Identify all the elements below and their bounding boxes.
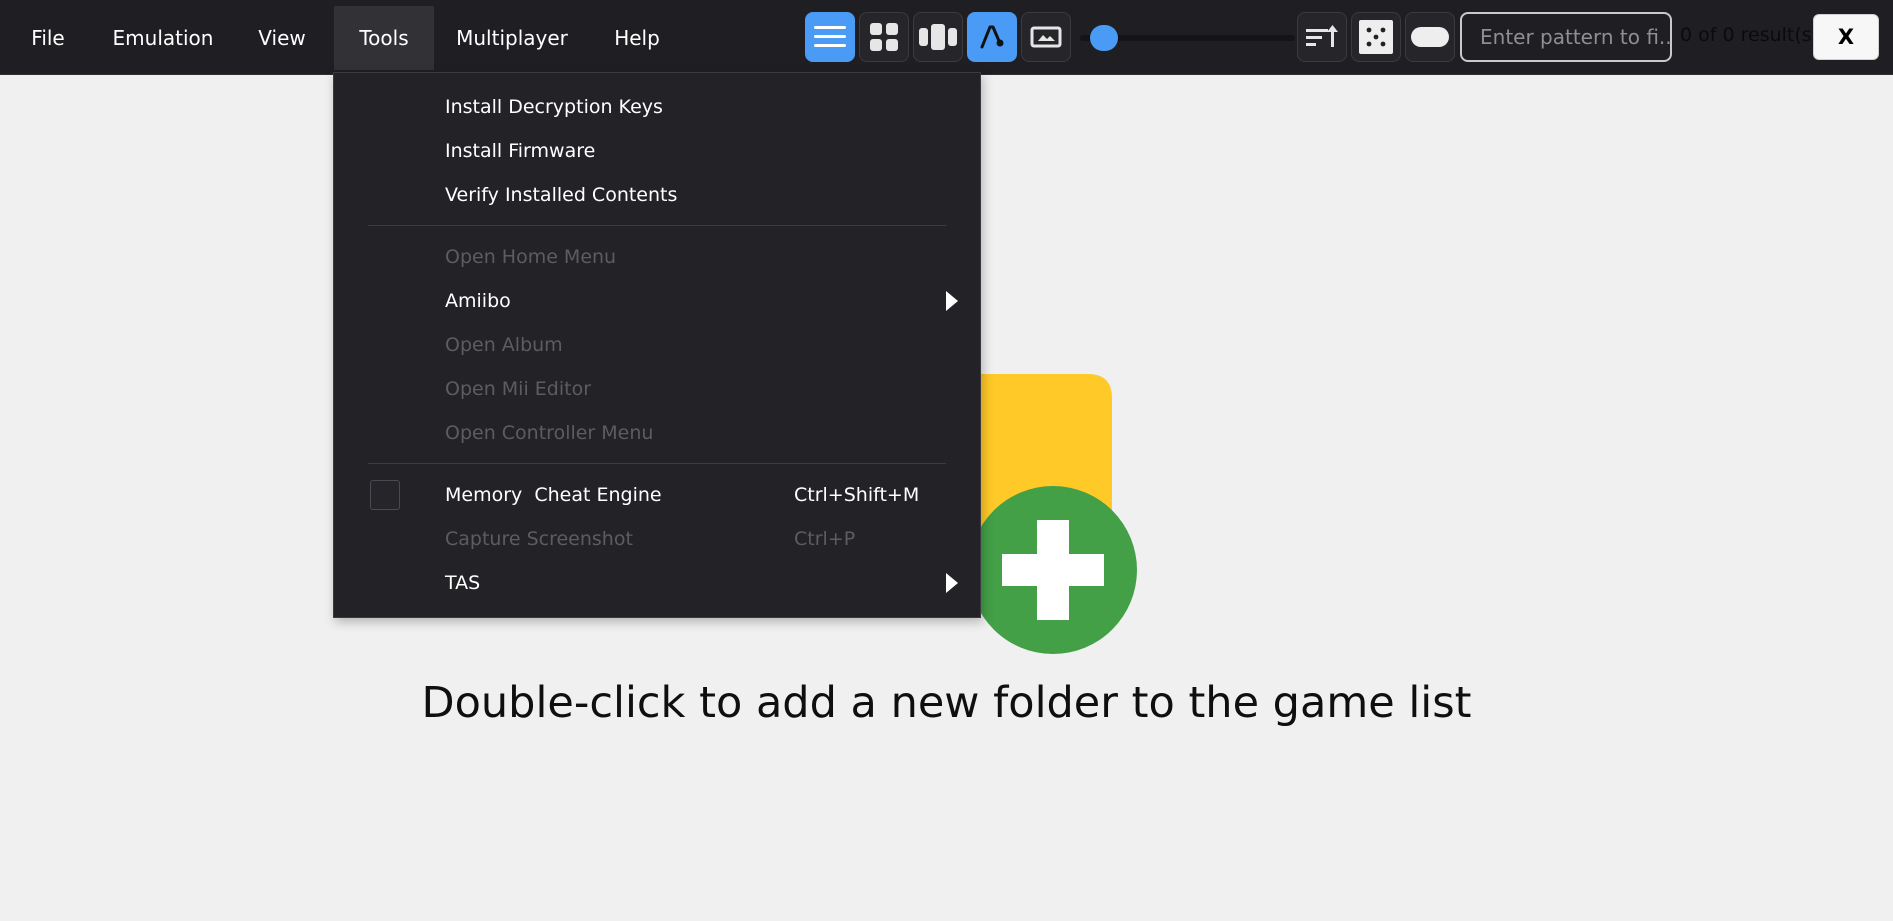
menu-item-install-decryption-keys[interactable]: Install Decryption Keys (334, 85, 980, 129)
submenu-arrow-icon (946, 291, 958, 311)
search-results-count: 0 of 0 result(s) (1680, 24, 1820, 46)
menu-toolbar: File Emulation View Tools Multiplayer He… (0, 0, 1893, 75)
menu-item-verify-installed-contents[interactable]: Verify Installed Contents (334, 173, 980, 217)
menu-help[interactable]: Help (590, 6, 684, 70)
menu-separator (368, 225, 946, 226)
menu-item-open-controller-menu: Open Controller Menu (334, 411, 980, 455)
menu-item-shortcut: Ctrl+Shift+M (794, 484, 920, 506)
image-toggle-button[interactable] (1021, 12, 1071, 62)
menu-item-label: Install Decryption Keys (445, 96, 663, 118)
menu-item-label: Install Firmware (445, 140, 596, 162)
menu-item-open-home-menu: Open Home Menu (334, 235, 980, 279)
menu-view[interactable]: View (230, 6, 334, 70)
controller-button[interactable] (1405, 12, 1455, 62)
menu-item-open-album: Open Album (334, 323, 980, 367)
menu-item-label: Amiibo (445, 290, 511, 312)
menu-separator (368, 463, 946, 464)
menu-item-install-firmware[interactable]: Install Firmware (334, 129, 980, 173)
close-search-button[interactable]: X (1813, 14, 1879, 60)
carousel-view-button[interactable] (913, 12, 963, 62)
font-toggle-button[interactable] (967, 12, 1017, 62)
menu-item-label: Verify Installed Contents (445, 184, 678, 206)
font-icon (980, 25, 1004, 49)
menu-item-label: Capture Screenshot (445, 528, 633, 550)
menu-item-shortcut: Ctrl+P (794, 528, 856, 550)
checkbox[interactable] (370, 480, 400, 510)
menu-item-open-mii-editor: Open Mii Editor (334, 367, 980, 411)
list-view-icon (814, 26, 846, 47)
dice-icon (1359, 20, 1393, 54)
random-button[interactable] (1351, 12, 1401, 62)
menu-item-label: TAS (445, 572, 481, 594)
controller-icon (1411, 27, 1449, 47)
grid-view-icon (870, 23, 898, 51)
app-window: File Emulation View Tools Multiplayer He… (0, 0, 1893, 921)
menu-item-label: Open Mii Editor (445, 378, 592, 400)
tools-dropdown-menu: Install Decryption Keys Install Firmware… (333, 72, 981, 618)
image-icon (1030, 26, 1062, 48)
icon-size-slider-handle[interactable] (1090, 25, 1118, 51)
menu-item-label: Open Controller Menu (445, 422, 654, 444)
search-placeholder: Enter pattern to fi... (1480, 25, 1672, 49)
grid-view-button[interactable] (859, 12, 909, 62)
menu-item-label: Open Album (445, 334, 563, 356)
submenu-arrow-icon (946, 573, 958, 593)
list-view-button[interactable] (805, 12, 855, 62)
menu-emulation[interactable]: Emulation (96, 6, 230, 70)
menu-item-amiibo[interactable]: Amiibo (334, 279, 980, 323)
empty-game-list-message[interactable]: Double-click to add a new folder to the … (0, 678, 1893, 728)
menu-item-label: Memory Cheat Engine (445, 484, 662, 506)
menu-item-tas[interactable]: TAS (334, 561, 980, 605)
menu-multiplayer[interactable]: Multiplayer (434, 6, 590, 70)
menu-tools[interactable]: Tools (334, 6, 434, 70)
menu-item-memory-cheat-engine[interactable]: Memory Cheat Engine Ctrl+Shift+M (334, 473, 980, 517)
menu-item-label: Open Home Menu (445, 246, 617, 268)
carousel-view-icon (919, 24, 957, 50)
search-input[interactable]: Enter pattern to fi... (1460, 12, 1672, 62)
menu-item-capture-screenshot: Capture Screenshot Ctrl+P (334, 517, 980, 561)
sort-button[interactable] (1297, 12, 1347, 62)
menu-file[interactable]: File (0, 6, 96, 70)
sort-icon (1306, 25, 1338, 47)
